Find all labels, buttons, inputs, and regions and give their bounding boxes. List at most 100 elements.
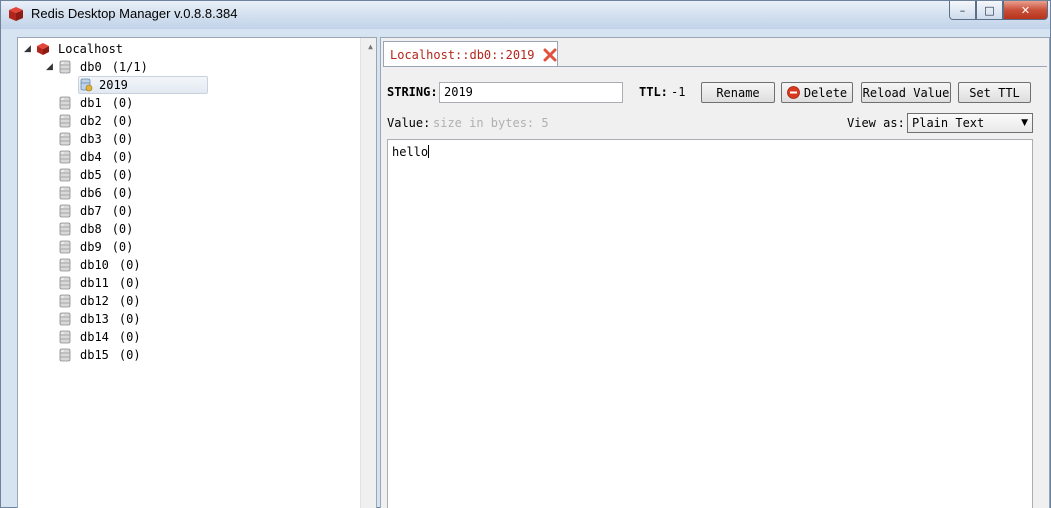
tree-db-db13[interactable]: db13 (0) [46, 310, 141, 328]
db-count: (0) [111, 150, 134, 164]
key-type-label: STRING: [387, 85, 438, 99]
db-count: (0) [111, 186, 134, 200]
tree-db-db15[interactable]: db15 (0) [46, 346, 141, 364]
ttl-value: -1 [671, 85, 686, 99]
tree-db-db0[interactable]: ◢ db0 (1/1) [46, 58, 148, 76]
db-name: db1 [80, 96, 102, 110]
view-as-value: Plain Text [912, 116, 985, 130]
tab-key[interactable]: Localhost::db0::2019 [383, 41, 558, 67]
tree-db-db6[interactable]: db6 (0) [46, 184, 133, 202]
tab-label: Localhost::db0::2019 [390, 47, 535, 62]
db-count: (0) [111, 132, 134, 146]
tree-db-db5[interactable]: db5 (0) [46, 166, 133, 184]
tree-db-db4[interactable]: db4 (0) [46, 148, 133, 166]
ttl-label: TTL: [639, 85, 668, 99]
database-icon [59, 312, 71, 326]
connection-tree[interactable]: ◢ Localhost ◢ db0 (1/1) 2019 db1 (0) db2… [17, 37, 377, 508]
window-title: Redis Desktop Manager v.0.8.8.384 [31, 6, 238, 21]
tree-db-db11[interactable]: db11 (0) [46, 274, 141, 292]
database-icon [59, 222, 71, 236]
key-panel: Localhost::db0::2019 STRING: 2019 TTL: -… [380, 37, 1050, 508]
tree-db-db8[interactable]: db8 (0) [46, 220, 133, 238]
tree-server-localhost[interactable]: ◢ Localhost [24, 40, 123, 58]
value-editor[interactable]: hello [387, 139, 1033, 508]
db-name: db15 [80, 348, 109, 362]
close-window-button[interactable]: ✕ [1003, 1, 1048, 20]
db-count: (0) [118, 330, 141, 344]
title-bar[interactable]: Redis Desktop Manager v.0.8.8.384 – □ ✕ [1, 1, 1050, 29]
reload-value-button[interactable]: Reload Value [861, 82, 951, 103]
database-icon [59, 330, 71, 344]
database-icon [59, 150, 71, 164]
tree-key-selected[interactable]: 2019 [78, 76, 208, 94]
db-name: db2 [80, 114, 102, 128]
set-ttl-button[interactable]: Set TTL [958, 82, 1031, 103]
redis-app-icon [9, 7, 23, 21]
value-label: Value: [387, 116, 431, 130]
db-count: (0) [118, 348, 141, 362]
view-as-label: View as: [847, 116, 905, 130]
db-name: db7 [80, 204, 102, 218]
database-icon [59, 348, 71, 362]
rename-button[interactable]: Rename [701, 82, 775, 103]
db-count: (0) [111, 222, 134, 236]
database-icon [59, 294, 71, 308]
database-icon [59, 132, 71, 146]
delete-label: Delete [803, 85, 848, 100]
db-name: db8 [80, 222, 102, 236]
chevron-down-icon: ▼ [1021, 118, 1028, 128]
tree-db-db3[interactable]: db3 (0) [46, 130, 133, 148]
tree-db-db10[interactable]: db10 (0) [46, 256, 141, 274]
db-name: db3 [80, 132, 102, 146]
tree-scrollbar[interactable]: ▲ [360, 38, 376, 508]
tree-db-db2[interactable]: db2 (0) [46, 112, 133, 130]
key-editor: STRING: 2019 TTL: -1 Rename Delete Reloa… [383, 66, 1047, 508]
expanded-arrow-icon[interactable]: ◢ [24, 44, 36, 54]
key-icon [80, 78, 93, 92]
db-count: (0) [118, 258, 141, 272]
db-count: (0) [118, 312, 141, 326]
key-name: 2019 [99, 78, 128, 92]
view-as-select[interactable]: Plain Text ▼ [907, 113, 1033, 133]
tree-db-db9[interactable]: db9 (0) [46, 238, 133, 256]
window-controls: – □ ✕ [949, 1, 1048, 21]
db-count: (0) [111, 168, 134, 182]
close-tab-icon[interactable] [543, 48, 557, 62]
reload-label: Reload Value [862, 85, 950, 100]
database-icon [59, 96, 71, 110]
db-count: (0) [118, 294, 141, 308]
size-hint: size in bytes: 5 [433, 116, 549, 130]
maximize-button[interactable]: □ [976, 1, 1003, 20]
db-name: db12 [80, 294, 109, 308]
delete-button[interactable]: Delete [781, 82, 853, 103]
tree-db-db14[interactable]: db14 (0) [46, 328, 141, 346]
db-count: (1/1) [111, 60, 148, 74]
tree-db-db12[interactable]: db12 (0) [46, 292, 141, 310]
app-window: Redis Desktop Manager v.0.8.8.384 – □ ✕ … [0, 0, 1051, 508]
minimize-button[interactable]: – [949, 1, 976, 20]
db-name: db13 [80, 312, 109, 326]
db-name: db4 [80, 150, 102, 164]
db-name: db9 [80, 240, 102, 254]
rename-label: Rename [716, 85, 760, 100]
db-name: db11 [80, 276, 109, 290]
tree-db-db7[interactable]: db7 (0) [46, 202, 133, 220]
database-icon [59, 258, 71, 272]
database-icon [59, 60, 71, 74]
text-caret [428, 145, 430, 158]
database-icon [59, 204, 71, 218]
db-count: (0) [118, 276, 141, 290]
tree-db-db1[interactable]: db1 (0) [46, 94, 133, 112]
key-name-field[interactable]: 2019 [439, 82, 623, 103]
value-text: hello [392, 145, 429, 159]
database-icon [59, 240, 71, 254]
db-name: db0 [80, 60, 102, 74]
db-count: (0) [111, 96, 134, 110]
database-icon [59, 276, 71, 290]
db-count: (0) [111, 114, 134, 128]
delete-icon [786, 86, 800, 99]
database-icon [59, 114, 71, 128]
scroll-up-icon[interactable]: ▲ [368, 42, 373, 51]
database-icon [59, 186, 71, 200]
expanded-arrow-icon[interactable]: ◢ [46, 62, 58, 72]
